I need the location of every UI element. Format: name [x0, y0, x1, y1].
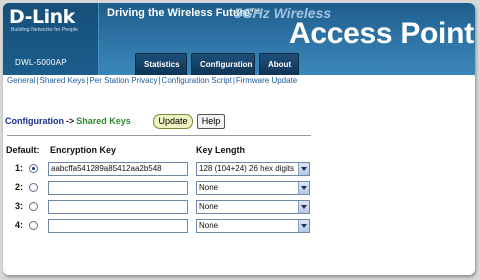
key-length-value: None — [199, 202, 219, 211]
chevron-down-icon[interactable] — [298, 163, 309, 175]
chevron-down-icon[interactable] — [298, 182, 309, 194]
row-number: 1: — [14, 163, 23, 173]
row-number: 2: — [14, 182, 23, 192]
default-key-radio[interactable] — [29, 221, 38, 230]
main-tabs: Statistics Configuration About — [135, 53, 299, 75]
update-button[interactable]: Update — [153, 114, 193, 129]
breadcrumb: Configuration -> Shared Keys — [5, 116, 131, 126]
browser-frame: D-Link Building Networks for People DWL-… — [3, 3, 475, 275]
key-length-select[interactable]: 128 (104+24) 26 hex digits — [196, 162, 310, 176]
model-label: DWL-5000AP — [15, 58, 67, 67]
row-number: 3: — [14, 201, 23, 211]
chevron-down-icon[interactable] — [298, 220, 309, 232]
encryption-key-input[interactable] — [48, 181, 188, 195]
link-general[interactable]: General — [7, 76, 35, 85]
key-length-value: 128 (104+24) 26 hex digits — [199, 164, 294, 173]
encryption-key-input[interactable] — [48, 219, 188, 233]
tab-configuration[interactable]: Configuration — [191, 53, 255, 75]
key-length-select[interactable]: None — [196, 219, 310, 233]
row-number: 4: — [14, 220, 23, 230]
header-banner: D-Link Building Networks for People DWL-… — [3, 3, 475, 75]
tab-about[interactable]: About — [259, 53, 299, 75]
encryption-key-input[interactable]: aabcffa541289a85412aa2b548 — [48, 162, 188, 176]
dlink-logo: D-Link — [9, 6, 75, 28]
product-title: Access Point — [289, 17, 474, 50]
encryption-key-input[interactable] — [48, 200, 188, 214]
chevron-down-icon[interactable] — [298, 201, 309, 213]
default-column-header: Default: — [6, 145, 40, 155]
logo-panel: D-Link Building Networks for People DWL-… — [3, 3, 99, 75]
breadcrumb-section: Configuration — [5, 116, 64, 126]
logo-tagline: Building Networks for People — [11, 27, 78, 33]
breadcrumb-arrow: -> — [66, 116, 75, 126]
link-firmware-update[interactable]: Firmware Update — [236, 76, 297, 85]
key-length-value: None — [199, 221, 219, 230]
help-button[interactable]: Help — [197, 114, 225, 129]
default-key-radio[interactable] — [29, 183, 38, 192]
default-key-radio[interactable] — [29, 164, 38, 173]
divider — [7, 135, 311, 136]
key-length-value: None — [199, 183, 219, 192]
default-key-radio[interactable] — [29, 202, 38, 211]
config-subnav: General|Shared Keys|Per Station Privacy|… — [7, 76, 297, 85]
key-length-select[interactable]: None — [196, 181, 310, 195]
tab-statistics[interactable]: Statistics — [135, 53, 187, 75]
link-configuration-script[interactable]: Configuration Script — [162, 76, 232, 85]
link-per-station-privacy[interactable]: Per Station Privacy — [89, 76, 157, 85]
key-length-column-header: Key Length — [196, 145, 246, 155]
encryption-key-column-header: Encryption Key — [50, 145, 117, 155]
key-length-select[interactable]: None — [196, 200, 310, 214]
link-shared-keys[interactable]: Shared Keys — [40, 76, 86, 85]
breadcrumb-page: Shared Keys — [76, 116, 131, 126]
